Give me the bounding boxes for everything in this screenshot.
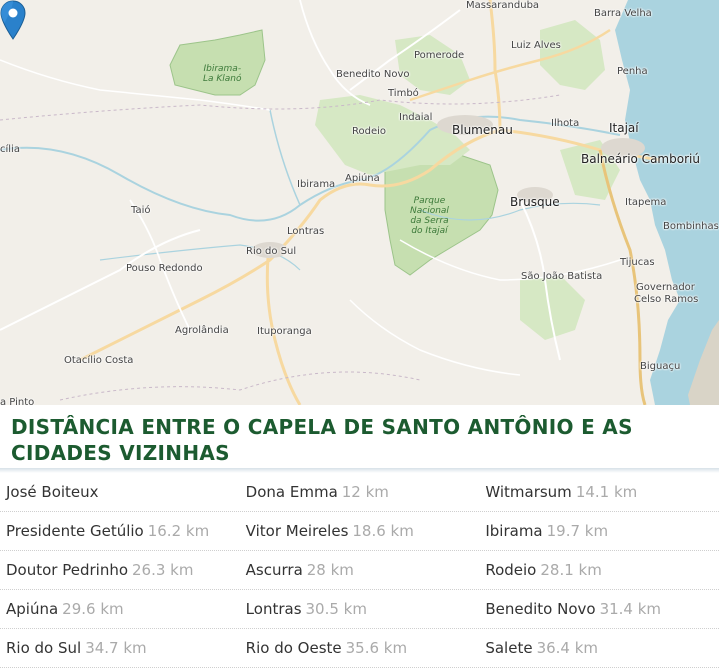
place-label: Ilhota <box>551 118 580 129</box>
neighbor-name[interactable]: Salete <box>485 639 532 657</box>
map-background <box>0 0 719 405</box>
neighbor-cell[interactable]: Rio do Oeste 35.6 km <box>240 639 480 657</box>
neighbor-distance: 34.7 km <box>85 639 147 657</box>
neighbor-cell[interactable]: Rio do Sul 34.7 km <box>0 639 240 657</box>
place-label: Apiúna <box>345 173 380 184</box>
place-label: Brusque <box>510 195 560 209</box>
neighbors-table: José Boiteux Dona Emma 12 km Witmarsum 14.… <box>0 473 719 668</box>
neighbor-name[interactable]: Dona Emma <box>246 483 338 501</box>
place-label: Taió <box>131 205 151 216</box>
park-label-itajai-3: da Serra <box>410 216 449 226</box>
neighbor-distance: 36.4 km <box>536 639 599 657</box>
neighbor-cell[interactable]: Apiúna 29.6 km <box>0 600 240 618</box>
place-label: a Pinto <box>0 397 35 405</box>
place-label: Ituporanga <box>257 326 312 337</box>
page-title: DISTÂNCIA ENTRE O CAPELA DE SANTO ANTÔNI… <box>11 415 633 465</box>
neighbor-distance: 28.1 km <box>540 561 602 579</box>
place-label: Luiz Alves <box>511 40 561 51</box>
place-label: Governador <box>636 282 695 293</box>
place-label: cília <box>0 144 20 155</box>
neighbor-cell[interactable]: José Boiteux <box>0 483 240 501</box>
place-label: Massaranduba <box>466 0 540 11</box>
place-label: Otacílio Costa <box>64 355 134 366</box>
neighbor-name[interactable]: Doutor Pedrinho <box>6 561 128 579</box>
place-label: Celso Ramos <box>634 294 699 305</box>
neighbor-name[interactable]: Benedito Novo <box>485 600 595 618</box>
park-label-itajai-2: Nacional <box>410 206 449 216</box>
table-row: José Boiteux Dona Emma 12 km Witmarsum 14.… <box>0 473 719 512</box>
neighbor-distance: 19.7 km <box>546 522 609 540</box>
table-row: Rio do Sul 34.7 km Rio do Oeste 35.6 km Sa… <box>0 629 719 668</box>
place-label: Agrolândia <box>175 325 229 336</box>
place-label: Rio do Sul <box>246 246 297 257</box>
neighbor-cell[interactable]: Salete 36.4 km <box>479 639 719 657</box>
place-label: Biguaçu <box>640 361 681 372</box>
neighbor-cell[interactable]: Rodeio 28.1 km <box>479 561 719 579</box>
neighbor-cell[interactable]: Witmarsum 14.1 km <box>479 483 719 501</box>
map[interactable]: Ibirama- La Klanó Parque Nacional da Ser… <box>0 0 719 405</box>
place-label: Penha <box>617 66 648 77</box>
neighbor-cell[interactable]: Dona Emma 12 km <box>240 483 480 501</box>
neighbor-distance: 30.5 km <box>305 600 367 618</box>
place-label: Rodeio <box>352 126 387 137</box>
place-label: Pouso Redondo <box>126 263 203 274</box>
neighbor-cell[interactable]: Vitor Meireles 18.6 km <box>240 522 480 540</box>
neighbor-name[interactable]: Lontras <box>246 600 302 618</box>
neighbor-distance: 29.6 km <box>62 600 124 618</box>
map-marker-icon[interactable] <box>0 0 26 40</box>
park-label-ibirama-1: Ibirama- <box>203 64 242 74</box>
neighbor-name[interactable]: Vitor Meireles <box>246 522 349 540</box>
table-row: Presidente Getúlio 16.2 km Vitor Meireles… <box>0 512 719 551</box>
neighbor-distance: 31.4 km <box>599 600 662 618</box>
place-label: Itajaí <box>609 121 639 135</box>
place-label: Lontras <box>287 226 325 237</box>
neighbor-distance: 28 km <box>306 561 354 579</box>
neighbor-name[interactable]: Presidente Getúlio <box>6 522 144 540</box>
neighbor-cell[interactable]: Ascurra 28 km <box>240 561 480 579</box>
place-label: Ibirama <box>297 179 336 190</box>
neighbor-name[interactable]: Rodeio <box>485 561 536 579</box>
neighbor-distance: 16.2 km <box>147 522 210 540</box>
table-row: Doutor Pedrinho 26.3 km Ascurra 28 km Rode… <box>0 551 719 590</box>
neighbor-distance: 26.3 km <box>132 561 194 579</box>
neighbor-name[interactable]: Apiúna <box>6 600 58 618</box>
park-label-itajai-1: Parque <box>413 196 446 206</box>
neighbor-name[interactable]: Ascurra <box>246 561 303 579</box>
park-label-itajai-4: do Itajaí <box>411 226 448 236</box>
table-row: Apiúna 29.6 km Lontras 30.5 km Benedito No… <box>0 590 719 629</box>
place-label: Blumenau <box>452 123 513 137</box>
neighbor-distance: 12 km <box>341 483 389 501</box>
place-label: Bombinhas <box>663 221 719 232</box>
place-label: São João Batista <box>521 271 603 282</box>
park-label-ibirama-2: La Klanó <box>203 74 242 84</box>
place-label: Tijucas <box>620 257 655 268</box>
neighbor-cell[interactable]: Doutor Pedrinho 26.3 km <box>0 561 240 579</box>
place-label: Balneário Camboriú <box>581 152 700 166</box>
place-label: Itapema <box>625 197 667 208</box>
neighbor-name[interactable]: Witmarsum <box>485 483 571 501</box>
place-label: Timbó <box>388 88 419 99</box>
neighbor-distance: 14.1 km <box>575 483 638 501</box>
neighbor-cell[interactable]: Presidente Getúlio 16.2 km <box>0 522 240 540</box>
neighbor-name[interactable]: Rio do Oeste <box>246 639 342 657</box>
place-label: Indaial <box>399 112 433 123</box>
place-label: Barra Velha <box>594 8 652 19</box>
place-label: Benedito Novo <box>336 69 410 80</box>
neighbor-cell[interactable]: Lontras 30.5 km <box>240 600 480 618</box>
neighbor-distance: 35.6 km <box>345 639 408 657</box>
neighbor-cell[interactable]: Benedito Novo 31.4 km <box>479 600 719 618</box>
neighbor-name[interactable]: José Boiteux <box>6 483 99 501</box>
neighbor-cell[interactable]: Ibirama 19.7 km <box>479 522 719 540</box>
neighbor-distance: 18.6 km <box>352 522 414 540</box>
place-label: Pomerode <box>414 50 465 61</box>
neighbor-name[interactable]: Rio do Sul <box>6 639 81 657</box>
neighbor-name[interactable]: Ibirama <box>485 522 542 540</box>
